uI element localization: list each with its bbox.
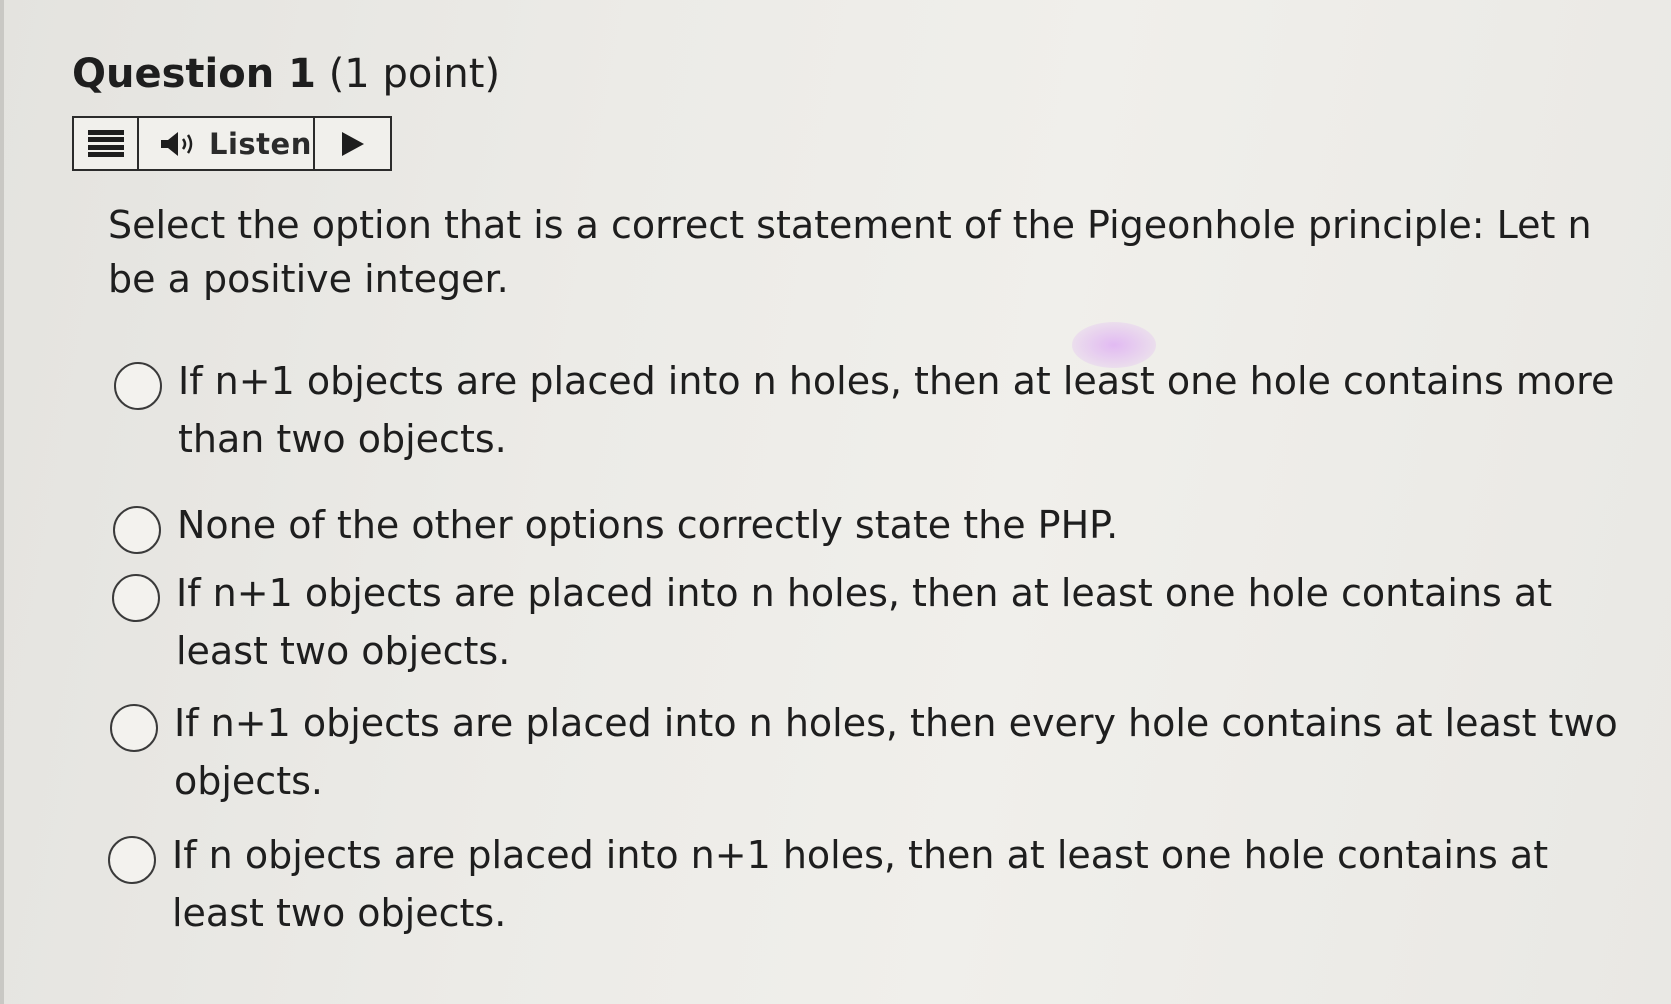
- question-points: (1 point): [328, 51, 501, 97]
- answer-option-5[interactable]: If n objects are placed into n+1 holes, …: [108, 826, 1638, 942]
- toolbar-menu-button[interactable]: [74, 118, 139, 169]
- menu-icon: [87, 129, 124, 158]
- answer-option-label[interactable]: If n+1 objects are placed into n holes, …: [176, 564, 1642, 680]
- radio-button[interactable]: [108, 836, 156, 884]
- question-heading: Question 1 (1 point): [72, 46, 500, 102]
- listen-button[interactable]: Listen: [139, 118, 315, 169]
- answer-option-3[interactable]: If n+1 objects are placed into n holes, …: [112, 564, 1642, 680]
- answer-option-label[interactable]: None of the other options correctly stat…: [177, 496, 1118, 554]
- question-number: Question 1: [72, 51, 316, 97]
- answer-option-label[interactable]: If n objects are placed into n+1 holes, …: [172, 826, 1638, 942]
- play-icon: [341, 131, 364, 156]
- answer-option-2[interactable]: None of the other options correctly stat…: [113, 496, 1643, 554]
- listen-label: Listen: [209, 126, 312, 161]
- answer-option-label[interactable]: If n+1 objects are placed into n holes, …: [178, 352, 1644, 468]
- answer-option-1[interactable]: If n+1 objects are placed into n holes, …: [114, 352, 1644, 468]
- page-edge: [0, 0, 4, 1004]
- radio-button[interactable]: [112, 574, 160, 622]
- play-button[interactable]: [315, 118, 390, 169]
- listen-toolbar: Listen: [72, 116, 392, 171]
- question-prompt: Select the option that is a correct stat…: [108, 203, 1592, 301]
- speaker-icon: [161, 131, 193, 156]
- radio-button[interactable]: [114, 362, 162, 410]
- answer-option-label[interactable]: If n+1 objects are placed into n holes, …: [174, 694, 1640, 810]
- radio-button[interactable]: [113, 506, 161, 554]
- answer-option-4[interactable]: If n+1 objects are placed into n holes, …: [110, 694, 1640, 810]
- radio-button[interactable]: [110, 704, 158, 752]
